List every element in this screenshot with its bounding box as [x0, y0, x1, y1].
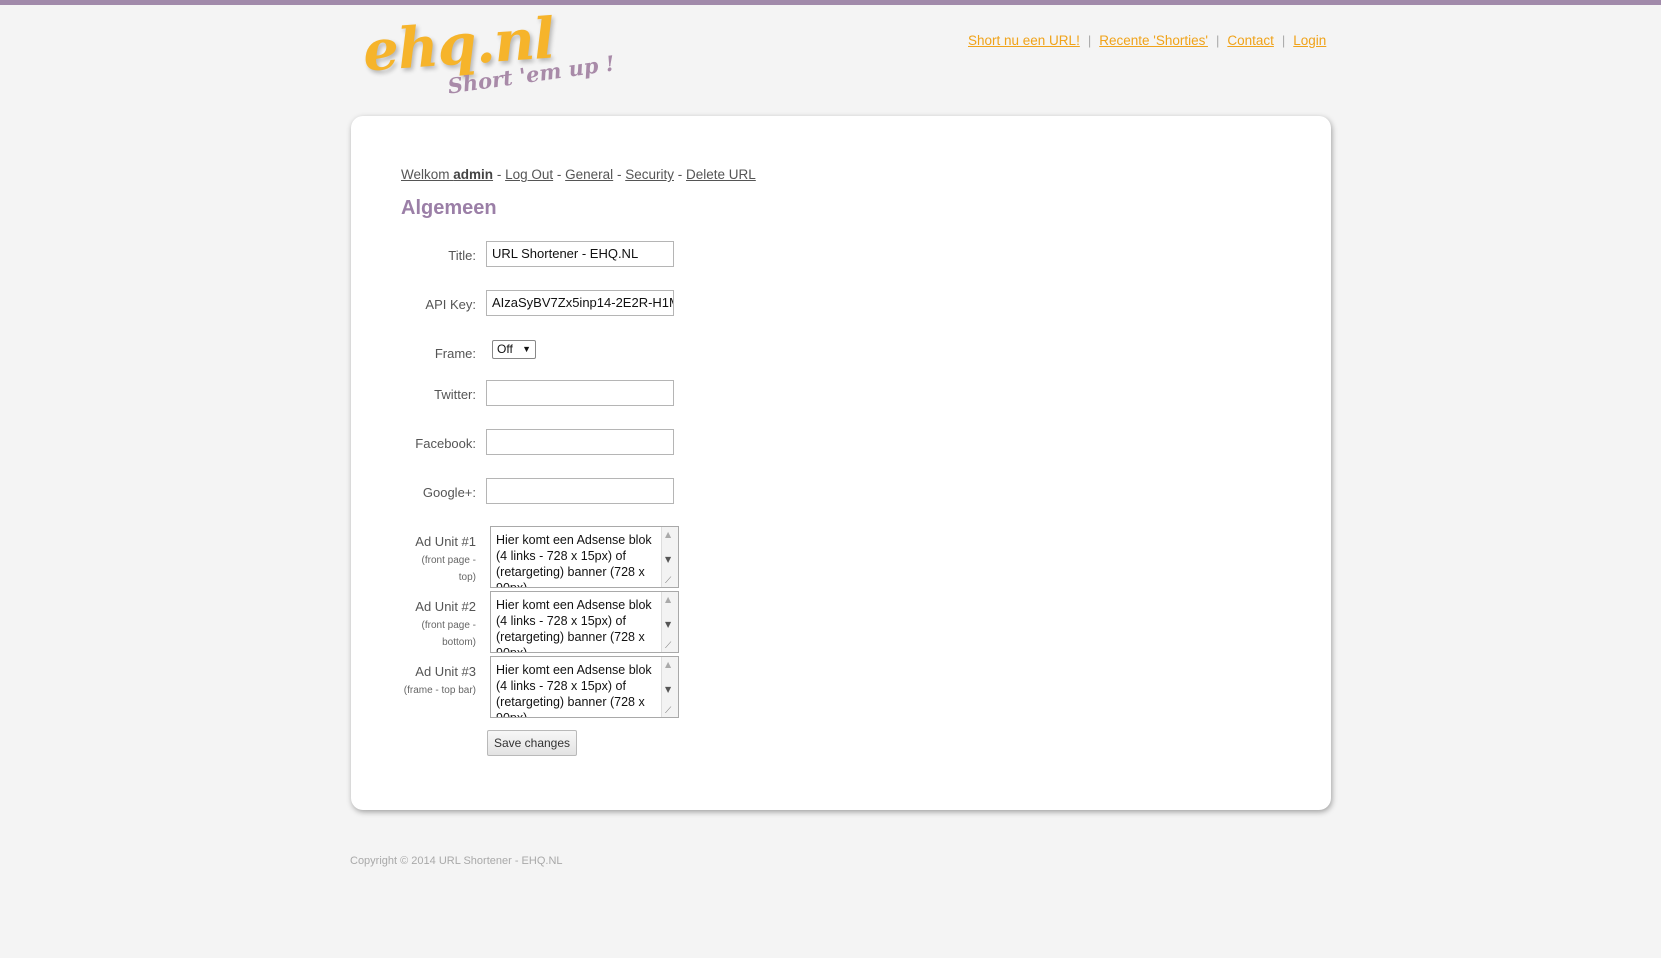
- security-link[interactable]: Security: [625, 167, 674, 182]
- scroll-down-icon: ▼: [665, 685, 672, 694]
- ad-unit-1-sublabel-2: top): [458, 572, 476, 583]
- dropdown-arrow-icon: ▼: [522, 344, 531, 354]
- googleplus-input[interactable]: [486, 478, 674, 504]
- facebook-label: Facebook:: [415, 436, 476, 451]
- ad-unit-2-label: Ad Unit #2: [415, 599, 476, 614]
- frame-select[interactable]: Off ▼: [492, 340, 536, 359]
- resize-grip-icon: ⟋: [665, 706, 672, 716]
- title-label: Title:: [448, 248, 476, 263]
- textarea-scrollbar[interactable]: ▲ ▼ ⟋: [661, 527, 678, 587]
- ad-unit-1-textarea[interactable]: Hier komt een Adsense blok (4 links - 72…: [490, 526, 679, 588]
- nav-dash: -: [496, 167, 502, 182]
- scroll-down-icon: ▼: [665, 555, 672, 564]
- ad-unit-2-text: Hier komt een Adsense blok (4 links - 72…: [496, 598, 652, 653]
- ad-unit-2-sublabel: (front page -: [421, 620, 476, 631]
- twitter-input[interactable]: [486, 380, 674, 406]
- nav-separator: |: [1281, 33, 1286, 48]
- page-title: Algemeen: [401, 197, 497, 219]
- save-changes-button[interactable]: Save changes: [487, 730, 577, 756]
- ad-unit-3-text: Hier komt een Adsense blok (4 links - 72…: [496, 663, 652, 718]
- nav-short-url-link[interactable]: Short nu een URL!: [968, 33, 1080, 48]
- nav-dash: -: [616, 167, 622, 182]
- user-navigation: Welkom admin - Log Out - General - Secur…: [401, 167, 756, 182]
- ad-unit-2-textarea[interactable]: Hier komt een Adsense blok (4 links - 72…: [490, 591, 679, 653]
- frame-selected-value: Off: [497, 342, 513, 356]
- api-key-input[interactable]: AIzaSyBV7Zx5inp14-2E2R-H1M: [486, 290, 674, 316]
- facebook-input[interactable]: [486, 429, 674, 455]
- ad-unit-1-text: Hier komt een Adsense blok (4 links - 72…: [496, 533, 652, 588]
- nav-contact-link[interactable]: Contact: [1227, 33, 1274, 48]
- nav-login-link[interactable]: Login: [1293, 33, 1326, 48]
- resize-grip-icon: ⟋: [665, 576, 672, 586]
- ad-unit-1-label: Ad Unit #1: [415, 534, 476, 549]
- welcome-link[interactable]: Welkom admin: [401, 167, 493, 182]
- nav-dash: -: [556, 167, 562, 182]
- title-input[interactable]: URL Shortener - EHQ.NL: [486, 241, 674, 267]
- ad-unit-1-sublabel: (front page -: [421, 555, 476, 566]
- nav-separator: |: [1215, 33, 1220, 48]
- googleplus-label: Google+:: [422, 485, 476, 500]
- ad-unit-2-sublabel-2: bottom): [442, 637, 476, 648]
- textarea-scrollbar[interactable]: ▲ ▼ ⟋: [661, 592, 678, 652]
- logout-link[interactable]: Log Out: [505, 167, 553, 182]
- top-accent-bar: [0, 0, 1661, 5]
- site-logo[interactable]: ehq.nl Short 'em up !: [355, 5, 616, 102]
- scroll-up-icon: ▲: [665, 530, 672, 539]
- resize-grip-icon: ⟋: [665, 641, 672, 651]
- nav-recent-shorties-link[interactable]: Recente 'Shorties': [1099, 33, 1208, 48]
- footer-copyright: Copyright © 2014 URL Shortener - EHQ.NL: [350, 855, 563, 867]
- nav-separator: |: [1087, 33, 1092, 48]
- textarea-scrollbar[interactable]: ▲ ▼ ⟋: [661, 657, 678, 717]
- delete-url-link[interactable]: Delete URL: [686, 167, 756, 182]
- top-navigation: Short nu een URL! | Recente 'Shorties' | Con…: [968, 33, 1326, 49]
- ad-unit-3-sublabel: (frame - top bar): [403, 685, 476, 696]
- twitter-label: Twitter:: [434, 387, 476, 402]
- scroll-down-icon: ▼: [665, 620, 672, 629]
- ad-unit-3-label: Ad Unit #3: [415, 664, 476, 679]
- username: admin: [453, 167, 494, 182]
- general-link[interactable]: General: [565, 167, 613, 182]
- frame-label: Frame:: [434, 346, 476, 361]
- scroll-up-icon: ▲: [665, 660, 672, 669]
- nav-dash: -: [677, 167, 683, 182]
- scroll-up-icon: ▲: [665, 595, 672, 604]
- ad-unit-3-textarea[interactable]: Hier komt een Adsense blok (4 links - 72…: [490, 656, 679, 718]
- api-key-label: API Key:: [425, 297, 476, 312]
- welcome-text: Welkom: [401, 167, 450, 182]
